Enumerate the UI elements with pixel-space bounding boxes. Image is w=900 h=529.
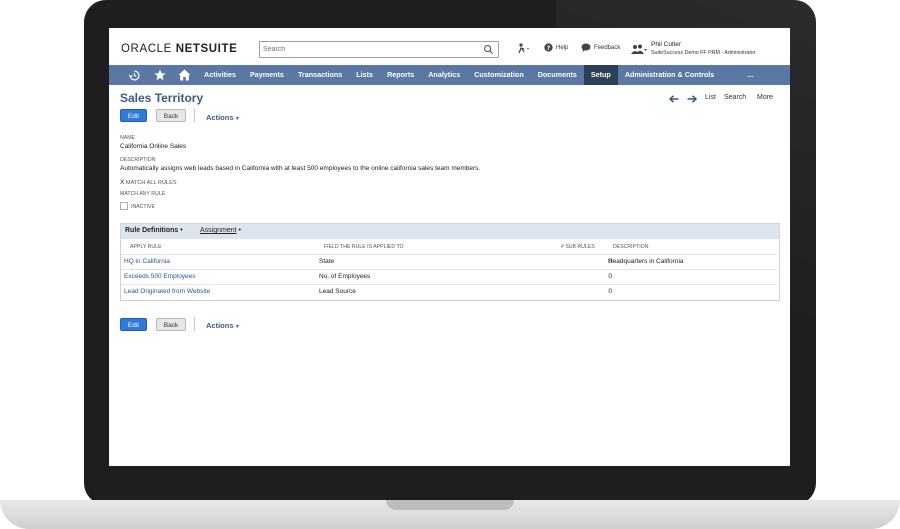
caret-down-icon: ▼ xyxy=(233,116,240,122)
home-icon xyxy=(178,69,191,81)
rule-link[interactable]: Exceeds 500 Employees xyxy=(124,273,196,280)
nav-reports[interactable]: Reports xyxy=(380,65,421,85)
help-link[interactable]: ? Help xyxy=(544,43,568,52)
logo-oracle: ORACLE xyxy=(121,43,172,55)
rule-field: No. of Employees xyxy=(319,273,371,280)
star-icon xyxy=(153,69,166,81)
users-icon xyxy=(631,44,647,54)
role-switcher[interactable] xyxy=(631,44,647,54)
rule-link[interactable]: HQ in California xyxy=(124,258,170,265)
tab-rule-definitions-label: Rule Definitions xyxy=(125,227,179,234)
column-description: DESCRIPTION xyxy=(613,244,649,250)
rule-sub-count: 0 xyxy=(608,273,612,280)
table-row: Exceeds 500 Employees No. of Employees 0 xyxy=(121,269,777,285)
rule-link[interactable]: Lead Originated from Website xyxy=(124,288,210,295)
tab-assignment-label: Assignment xyxy=(200,227,237,234)
laptop-base xyxy=(0,500,900,529)
rule-sub-count: 0 xyxy=(608,288,612,295)
match-all-label: MATCH ALL RULES xyxy=(125,180,177,186)
nav-lists[interactable]: Lists xyxy=(349,65,380,85)
nav-transactions[interactable]: Transactions xyxy=(291,65,349,85)
search-icon[interactable] xyxy=(483,44,494,55)
person-run-icon xyxy=(518,43,529,54)
search-link[interactable]: Search xyxy=(724,94,746,101)
tab-rule-definitions[interactable]: Rule Definitions • xyxy=(125,227,183,234)
arrow-left-icon[interactable] xyxy=(669,95,679,103)
chat-bubble-icon xyxy=(581,43,591,52)
nav-customization[interactable]: Customization xyxy=(467,65,531,85)
inactive-label: INACTIVE xyxy=(131,204,155,210)
history-icon xyxy=(129,70,140,80)
actions-label: Actions xyxy=(206,113,234,122)
rule-field: Lead Source xyxy=(319,288,356,295)
rule-description: Headquarters in California xyxy=(608,258,684,265)
back-button-bottom[interactable]: Back xyxy=(156,318,186,331)
button-divider xyxy=(194,108,195,122)
nav-setup[interactable]: Setup xyxy=(583,65,618,85)
nav-payments[interactable]: Payments xyxy=(243,65,291,85)
feedback-label: Feedback xyxy=(594,44,621,51)
inactive-checkbox[interactable] xyxy=(120,202,128,210)
top-bar: ORACLE NETSUITE ? Help Feedback Phil Cut… xyxy=(109,28,790,65)
laptop-notch xyxy=(386,500,514,510)
logo-netsuite: NETSUITE xyxy=(175,43,238,55)
favorites-icon-button[interactable] xyxy=(147,65,172,85)
edit-button[interactable]: Edit xyxy=(120,109,147,122)
button-divider xyxy=(194,317,195,331)
main-nav: Activities Payments Transactions Lists R… xyxy=(109,65,790,85)
actions-menu[interactable]: Actions ▼ xyxy=(206,113,240,122)
match-any-label: MATCH ANY RULE xyxy=(120,191,166,197)
feedback-link[interactable]: Feedback xyxy=(581,43,620,52)
caret-down-icon: ▼ xyxy=(233,324,240,330)
user-name: Phil Cutler xyxy=(651,41,681,48)
nav-more[interactable]: ... xyxy=(721,65,760,85)
actions-menu-bottom[interactable]: Actions ▼ xyxy=(206,321,240,330)
tab-bullet: • xyxy=(178,227,183,234)
nav-documents[interactable]: Documents xyxy=(531,65,584,85)
edit-button-bottom[interactable]: Edit xyxy=(120,318,147,331)
match-all-checkmark: X xyxy=(120,179,125,186)
match-all-rules: X MATCH ALL RULES xyxy=(120,179,177,186)
column-apply-rule: APPLY RULE xyxy=(130,244,162,250)
more-link[interactable]: More xyxy=(757,94,773,101)
description-value: Automatically assigns web leads based in… xyxy=(120,165,481,172)
subtab-bar: Rule Definitions • Assignment • xyxy=(120,223,780,239)
help-label: Help xyxy=(556,44,569,51)
tab-assignment[interactable]: Assignment • xyxy=(200,227,241,234)
description-label: DESCRIPTION xyxy=(120,157,156,163)
name-label: NAME xyxy=(120,135,135,141)
svg-text:?: ? xyxy=(547,45,551,52)
table-row: Lead Originated from Website Lead Source… xyxy=(121,284,777,300)
help-icon: ? xyxy=(544,43,553,52)
arrow-right-icon[interactable] xyxy=(687,95,697,103)
search-input[interactable] xyxy=(260,42,478,57)
name-value: California Online Sales xyxy=(120,143,187,150)
nav-analytics[interactable]: Analytics xyxy=(421,65,467,85)
user-role: SuiteSuccess Demo FF PRM - Administrator xyxy=(651,50,756,56)
list-link[interactable]: List xyxy=(705,94,716,101)
screen: ORACLE NETSUITE ? Help Feedback Phil Cut… xyxy=(109,28,790,466)
global-search xyxy=(259,41,499,58)
recent-icon-button[interactable] xyxy=(122,65,147,85)
table-row: HQ in California State 0 Headquarters in… xyxy=(121,254,777,270)
actions-label: Actions xyxy=(206,321,234,330)
column-sub-rules: # SUB RULES xyxy=(561,244,595,250)
back-button[interactable]: Back xyxy=(156,109,186,122)
rule-field: State xyxy=(319,258,335,265)
tab-bullet: • xyxy=(236,227,241,234)
nav-activities[interactable]: Activities xyxy=(197,65,243,85)
nav-administration-controls[interactable]: Administration & Controls xyxy=(618,65,721,85)
column-field-applied: FIELD THE RULE IS APPLIED TO xyxy=(324,244,404,250)
recent-records-menu[interactable] xyxy=(517,43,531,54)
netsuite-logo[interactable]: ORACLE NETSUITE xyxy=(121,43,237,55)
home-icon-button[interactable] xyxy=(172,65,197,85)
page-title: Sales Territory xyxy=(120,91,204,105)
